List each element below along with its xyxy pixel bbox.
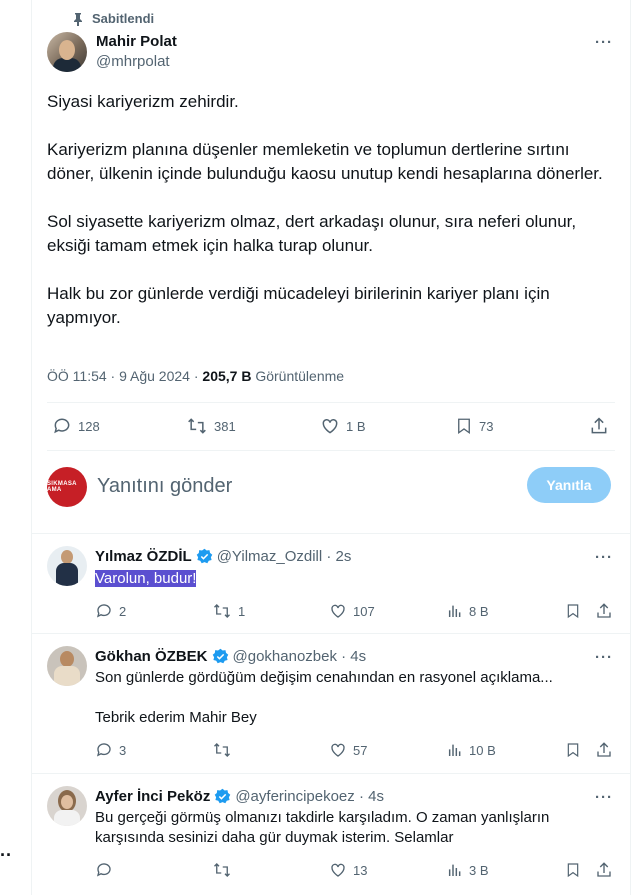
bookmark-icon: [567, 743, 579, 758]
reply-header: Ayfer İnci Peköz @ayferincipekoez · 4s: [95, 788, 384, 805]
share-icon: [597, 603, 611, 618]
avatar[interactable]: [47, 786, 87, 826]
reply-icon: [96, 743, 111, 757]
view-count: 205,7 B: [202, 368, 252, 384]
like-button[interactable]: 107: [329, 602, 375, 620]
like-button[interactable]: 13: [329, 861, 367, 879]
verified-icon: [212, 648, 228, 664]
pin-icon: [74, 12, 82, 26]
more-icon[interactable]: ···: [595, 789, 613, 806]
left-ellipsis-icon[interactable]: ··: [0, 845, 12, 866]
reply-handle[interactable]: @gokhanozbek · 4s: [233, 648, 367, 665]
retweet-button[interactable]: [212, 861, 238, 879]
reply-author[interactable]: Yılmaz ÖZDİL: [95, 548, 192, 565]
views-label: Görüntülenme: [251, 368, 345, 384]
bookmark-button[interactable]: [565, 861, 587, 879]
reply-icon: [96, 604, 111, 618]
reply-author[interactable]: Ayfer İnci Peköz: [95, 788, 210, 805]
bookmark-button[interactable]: [565, 741, 587, 759]
tweet-paragraph: Kariyerizm planına düşenler memleketin v…: [47, 140, 603, 183]
divider: [31, 633, 631, 634]
bookmark-icon: [567, 604, 579, 619]
reply-button[interactable]: [95, 861, 119, 879]
avatar[interactable]: SIKMASA AMA: [47, 467, 87, 507]
retweet-button[interactable]: [212, 741, 238, 759]
divider: [47, 402, 615, 403]
share-button[interactable]: [595, 602, 619, 620]
like-icon: [322, 418, 338, 434]
reply-icon: [54, 418, 70, 434]
views-button[interactable]: 3 B: [447, 861, 489, 879]
views-icon: [448, 744, 461, 756]
reply-text: Varolun, budur!: [95, 570, 197, 587]
retweet-button[interactable]: 381: [186, 416, 236, 436]
more-icon[interactable]: ···: [595, 649, 613, 666]
retweet-icon: [214, 604, 230, 618]
tweet-time[interactable]: ÖÖ 11:54 · 9 Ağu 2024 ·: [47, 368, 202, 384]
share-icon: [597, 862, 611, 877]
reply-author[interactable]: Gökhan ÖZBEK: [95, 648, 208, 665]
tweet-paragraph: Sol siyasette kariyerizm olmaz, dert ark…: [47, 212, 577, 255]
reply-button[interactable]: 128: [52, 416, 100, 436]
like-icon: [331, 604, 345, 618]
tweet-body: Siyasi kariyerizm zehirdir. Kariyerizm p…: [47, 90, 607, 354]
divider: [47, 450, 615, 451]
tweet-paragraph: Halk bu zor günlerde verdiği mücadeleyi …: [47, 284, 550, 327]
bookmark-button[interactable]: 73: [455, 416, 493, 436]
reply-header: Gökhan ÖZBEK @gokhanozbek · 4s: [95, 648, 366, 665]
reply-button[interactable]: 3: [95, 741, 126, 759]
reply-input[interactable]: Yanıtını gönder: [97, 475, 232, 498]
pinned-label: Sabitlendi: [72, 11, 154, 26]
share-button[interactable]: [595, 741, 619, 759]
like-button[interactable]: 1 B: [320, 416, 366, 436]
author-handle[interactable]: @mhrpolat: [96, 53, 170, 70]
divider: [31, 773, 631, 774]
author-name[interactable]: Mahir Polat: [96, 33, 177, 50]
reply-handle[interactable]: @Yilmaz_Ozdill · 2s: [217, 548, 352, 565]
views-button[interactable]: 10 B: [447, 741, 496, 759]
verified-icon: [196, 548, 212, 564]
bookmark-button[interactable]: [565, 602, 587, 620]
share-icon: [591, 417, 607, 434]
like-icon: [331, 863, 345, 877]
share-icon: [597, 742, 611, 757]
like-icon: [331, 743, 345, 757]
share-button[interactable]: [589, 416, 615, 436]
retweet-icon: [214, 743, 230, 757]
tweet-meta: ÖÖ 11:54 · 9 Ağu 2024 · 205,7 B Görüntül…: [47, 368, 344, 384]
bookmark-icon: [567, 863, 579, 878]
verified-icon: [215, 788, 231, 804]
tweet-paragraph: Siyasi kariyerizm zehirdir.: [47, 92, 239, 111]
views-icon: [448, 605, 461, 617]
avatar[interactable]: [47, 646, 87, 686]
retweet-icon: [214, 863, 230, 877]
retweet-button[interactable]: 1: [212, 602, 245, 620]
reply-text-line: Son günlerde gördüğüm değişim cenahından…: [95, 669, 553, 686]
divider: [31, 533, 631, 534]
share-button[interactable]: [595, 861, 619, 879]
bookmark-icon: [458, 418, 470, 435]
views-button[interactable]: 8 B: [447, 602, 489, 620]
reply-text-line: karşısında sesinizi daha gür duymak iste…: [95, 829, 454, 846]
reply-handle[interactable]: @ayferincipekoez · 4s: [235, 788, 384, 805]
more-icon[interactable]: ···: [595, 34, 613, 51]
reply-text-line: Tebrik ederim Mahir Bey: [95, 709, 257, 726]
more-icon[interactable]: ···: [595, 549, 613, 566]
reply-button[interactable]: 2: [95, 602, 126, 620]
reply-icon: [96, 863, 111, 877]
reply-submit-button[interactable]: Yanıtla: [527, 467, 611, 503]
reply-header: Yılmaz ÖZDİL @Yilmaz_Ozdill · 2s: [95, 548, 351, 565]
views-icon: [448, 864, 461, 876]
retweet-icon: [188, 418, 206, 434]
avatar[interactable]: [47, 546, 87, 586]
like-button[interactable]: 57: [329, 741, 367, 759]
reply-text-line: Bu gerçeği görmüş olmanızı takdirle karş…: [95, 809, 550, 826]
avatar[interactable]: [47, 32, 87, 72]
